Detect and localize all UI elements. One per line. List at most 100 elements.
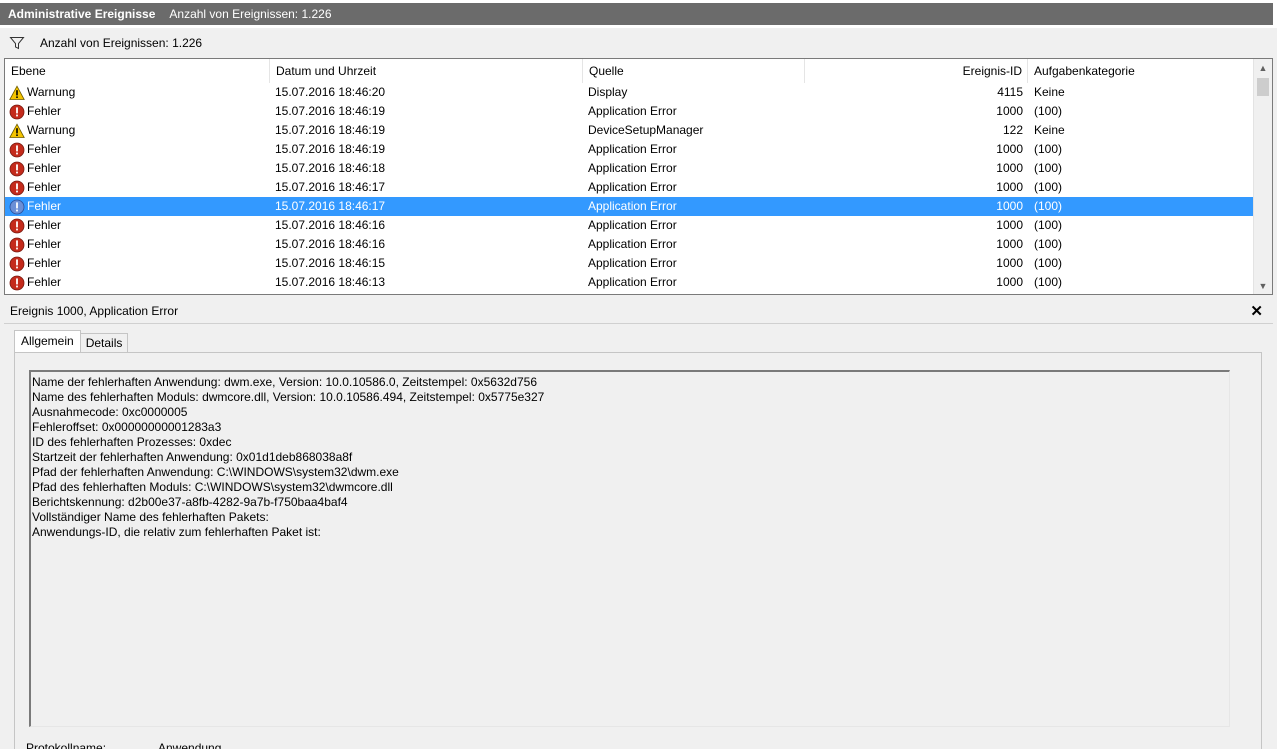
description-line: Pfad der fehlerhaften Anwendung: C:\WIND… bbox=[32, 465, 399, 479]
description-line: Fehleroffset: 0x00000000001283a3 bbox=[32, 420, 222, 434]
event-list-scrollbar[interactable]: ▲ ▼ bbox=[1253, 59, 1272, 294]
source-cell: Application Error bbox=[588, 275, 677, 289]
level-cell: Warnung bbox=[9, 83, 75, 102]
table-row[interactable]: Fehler 15.07.2016 18:46:17 Application Err… bbox=[5, 197, 1253, 216]
scroll-down-icon[interactable]: ▼ bbox=[1254, 277, 1272, 294]
level-cell: Fehler bbox=[9, 140, 61, 159]
task-category-cell: (100) bbox=[1034, 161, 1063, 175]
error-icon bbox=[9, 218, 25, 233]
description-line: Name des fehlerhaften Moduls: dwmcore.dl… bbox=[32, 390, 545, 404]
table-row[interactable]: Fehler 15.07.2016 18:46:19 Application Err… bbox=[5, 140, 1253, 159]
task-category-cell: (100) bbox=[1034, 104, 1063, 118]
detail-tabs: Allgemein Details bbox=[14, 330, 129, 354]
column-header-level[interactable]: Ebene bbox=[5, 59, 270, 83]
task-category-cell: Keine bbox=[1034, 123, 1065, 137]
event-id-cell: 122 bbox=[1002, 123, 1023, 137]
error-icon bbox=[9, 199, 25, 214]
level-cell: Fehler bbox=[9, 178, 61, 197]
date-cell: 15.07.2016 18:46:13 bbox=[275, 275, 386, 289]
level-text: Fehler bbox=[27, 275, 62, 289]
description-line: Startzeit der fehlerhaften Anwendung: 0x… bbox=[32, 450, 353, 464]
description-line: Berichtskennung: d2b00e37-a8fb-4282-9a7b… bbox=[32, 495, 348, 509]
task-category-cell: (100) bbox=[1034, 237, 1063, 251]
task-category-cell: (100) bbox=[1034, 275, 1063, 289]
level-text: Fehler bbox=[27, 237, 62, 251]
event-id-cell: 1000 bbox=[996, 218, 1023, 232]
event-description-text[interactable]: Name der fehlerhaften Anwendung: dwm.exe… bbox=[29, 370, 1230, 727]
error-icon bbox=[9, 180, 25, 195]
level-text: Warnung bbox=[27, 123, 76, 137]
date-cell: 15.07.2016 18:46:17 bbox=[275, 180, 386, 194]
column-header-task-category[interactable]: Aufgabenkategorie bbox=[1028, 59, 1253, 83]
tab-details[interactable]: Details bbox=[80, 333, 129, 353]
date-cell: 15.07.2016 18:46:17 bbox=[275, 199, 386, 213]
table-row[interactable]: Fehler 15.07.2016 18:46:19 Application Err… bbox=[5, 102, 1253, 121]
error-icon bbox=[9, 256, 25, 271]
table-row[interactable]: Warnung 15.07.2016 18:46:20 Display 4115 Kei… bbox=[5, 83, 1253, 102]
error-icon bbox=[9, 142, 25, 157]
level-cell: Fehler bbox=[9, 235, 61, 254]
table-row[interactable]: Fehler 15.07.2016 18:46:13 Application Err… bbox=[5, 273, 1253, 292]
task-category-cell: (100) bbox=[1034, 256, 1063, 270]
level-text: Fehler bbox=[27, 104, 62, 118]
tab-general[interactable]: Allgemein bbox=[14, 330, 81, 354]
view-title: Administrative Ereignisse bbox=[8, 7, 156, 21]
level-cell: Warnung bbox=[9, 121, 75, 140]
source-cell: DeviceSetupManager bbox=[588, 123, 704, 137]
window-titlebar: Administrative Ereignisse Anzahl von Ere… bbox=[0, 0, 1277, 28]
detail-title: Ereignis 1000, Application Error bbox=[10, 303, 179, 318]
source-cell: Display bbox=[588, 85, 628, 99]
close-icon[interactable]: ✕ bbox=[1250, 302, 1263, 320]
scroll-thumb[interactable] bbox=[1257, 78, 1269, 96]
log-name-value: Anwendung bbox=[158, 741, 222, 749]
task-category-cell: (100) bbox=[1034, 142, 1063, 156]
date-cell: 15.07.2016 18:46:16 bbox=[275, 218, 386, 232]
column-header-event-id[interactable]: Ereignis-ID bbox=[805, 59, 1028, 83]
source-cell: Application Error bbox=[588, 218, 677, 232]
event-list[interactable]: Ebene Datum und Uhrzeit Quelle Ereignis-… bbox=[4, 58, 1273, 295]
description-line: Anwendungs-ID, die relativ zum fehlerhaf… bbox=[32, 525, 321, 539]
source-cell: Application Error bbox=[588, 161, 677, 175]
error-icon bbox=[9, 161, 25, 176]
level-cell: Fehler bbox=[9, 102, 61, 121]
warning-icon bbox=[9, 84, 25, 100]
column-header-date[interactable]: Datum und Uhrzeit bbox=[270, 59, 583, 83]
detail-header: Ereignis 1000, Application Error ✕ bbox=[4, 298, 1273, 324]
level-text: Fehler bbox=[27, 161, 62, 175]
level-cell: Fehler bbox=[9, 254, 61, 273]
error-icon bbox=[9, 275, 25, 290]
source-cell: Application Error bbox=[588, 104, 677, 118]
event-id-cell: 1000 bbox=[996, 142, 1023, 156]
level-cell: Fehler bbox=[9, 216, 61, 235]
level-text: Fehler bbox=[27, 142, 62, 156]
error-icon bbox=[9, 104, 25, 119]
level-text: Fehler bbox=[27, 180, 62, 194]
table-row[interactable]: Fehler 15.07.2016 18:46:17 Application Err… bbox=[5, 178, 1253, 197]
column-header-source[interactable]: Quelle bbox=[583, 59, 805, 83]
source-cell: Application Error bbox=[588, 256, 677, 270]
event-id-cell: 1000 bbox=[996, 275, 1023, 289]
task-category-cell: (100) bbox=[1034, 218, 1063, 232]
filter-icon[interactable] bbox=[9, 35, 25, 51]
scroll-up-icon[interactable]: ▲ bbox=[1254, 59, 1272, 76]
date-cell: 15.07.2016 18:46:16 bbox=[275, 237, 386, 251]
source-cell: Application Error bbox=[588, 180, 677, 194]
event-count-header: Anzahl von Ereignissen: 1.226 bbox=[169, 7, 332, 21]
event-id-cell: 1000 bbox=[996, 237, 1023, 251]
titlebar-band: Administrative Ereignisse Anzahl von Ere… bbox=[0, 3, 1273, 25]
table-row[interactable]: Fehler 15.07.2016 18:46:16 Application Err… bbox=[5, 235, 1253, 254]
table-row[interactable]: Fehler 15.07.2016 18:46:15 Application Err… bbox=[5, 254, 1253, 273]
date-cell: 15.07.2016 18:46:19 bbox=[275, 104, 386, 118]
level-cell: Fehler bbox=[9, 159, 61, 178]
event-id-cell: 4115 bbox=[997, 85, 1023, 99]
description-line: ID des fehlerhaften Prozesses: 0xdec bbox=[32, 435, 232, 449]
event-id-cell: 1000 bbox=[996, 161, 1023, 175]
event-id-cell: 1000 bbox=[996, 256, 1023, 270]
filter-bar: Anzahl von Ereignissen: 1.226 bbox=[0, 28, 1277, 58]
table-row[interactable]: Fehler 15.07.2016 18:46:18 Application Err… bbox=[5, 159, 1253, 178]
table-row[interactable]: Warnung 15.07.2016 18:46:19 DeviceSetupMan… bbox=[5, 121, 1253, 140]
date-cell: 15.07.2016 18:46:19 bbox=[275, 142, 386, 156]
log-name-label: Protokollname: bbox=[26, 741, 107, 749]
table-row[interactable]: Fehler 15.07.2016 18:46:16 Application Err… bbox=[5, 216, 1253, 235]
warning-icon bbox=[9, 122, 25, 138]
